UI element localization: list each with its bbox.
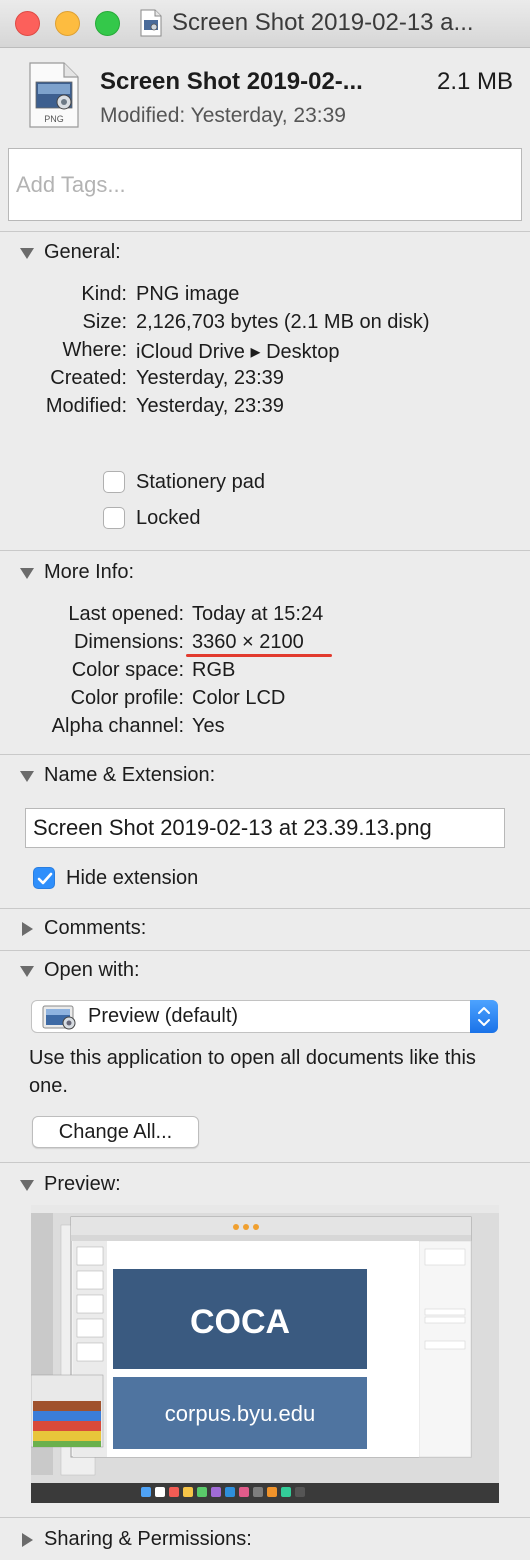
dimensions-value: 3360 × 2100 <box>192 631 304 653</box>
section-comments-title: Comments: <box>44 917 147 939</box>
section-general-toggle[interactable]: General: <box>18 241 121 264</box>
checkmark-icon <box>37 872 53 885</box>
dimensions-label: Dimensions: <box>73 631 184 653</box>
disclosure-triangle-down-icon <box>20 965 34 977</box>
divider <box>0 231 530 232</box>
open-with-selected: Preview (default) <box>88 1005 239 1027</box>
size-label: Size: <box>82 311 127 333</box>
slide-title-text: COCA <box>190 1303 290 1341</box>
kind-value: PNG image <box>136 283 240 305</box>
file-type-badge: PNG <box>44 114 64 124</box>
change-all-button[interactable]: Change All... <box>32 1116 199 1148</box>
file-modified-date: Modified: Yesterday, 23:39 <box>100 104 346 127</box>
section-more-info-title: More Info: <box>44 561 135 583</box>
section-name-extension-toggle[interactable]: Name & Extension: <box>18 764 215 787</box>
last-opened-value: Today at 15:24 <box>192 603 324 625</box>
section-sharing-permissions-title: Sharing & Permissions: <box>44 1528 252 1550</box>
section-open-with-title: Open with: <box>44 959 140 981</box>
open-with-popup[interactable]: Preview (default) <box>31 1000 498 1033</box>
stationery-pad-checkbox[interactable] <box>103 471 125 493</box>
divider <box>0 950 530 951</box>
locked-label[interactable]: Locked <box>136 507 201 530</box>
last-opened-label: Last opened: <box>68 603 184 625</box>
disclosure-triangle-down-icon <box>20 567 34 579</box>
preview-thumbnail: COCA corpus.byu.edu <box>31 1205 499 1503</box>
divider <box>0 908 530 909</box>
where-label: Where: <box>62 339 127 361</box>
screenshot-preview-image: COCA corpus.byu.edu <box>31 1205 499 1503</box>
divider <box>0 1162 530 1163</box>
red-annotation-underline <box>186 654 332 657</box>
disclosure-triangle-down-icon <box>20 247 34 259</box>
kind-label: Kind: <box>81 283 127 305</box>
file-name-field[interactable]: Screen Shot 2019-02-13 at 23.39.13.png <box>25 808 505 848</box>
section-more-info-toggle[interactable]: More Info: <box>18 561 134 584</box>
disclosure-triangle-right-icon <box>22 1532 33 1547</box>
popup-stepper[interactable] <box>470 1000 498 1033</box>
minimize-window-button[interactable] <box>55 11 80 36</box>
section-preview-toggle[interactable]: Preview: <box>18 1173 121 1196</box>
zoom-window-button[interactable] <box>95 11 120 36</box>
open-with-help-text: Use this application to open all documen… <box>29 1047 476 1097</box>
hide-extension-checkbox[interactable] <box>33 867 55 889</box>
where-value[interactable]: iCloud Drive ▸ Desktop <box>136 339 339 364</box>
disclosure-triangle-right-icon <box>22 921 33 936</box>
divider <box>0 754 530 755</box>
document-proxy-icon[interactable] <box>140 9 162 37</box>
locked-checkbox[interactable] <box>103 507 125 529</box>
file-size: 2.1 MB <box>436 68 513 95</box>
alpha-channel-value: Yes <box>192 715 225 737</box>
close-window-button[interactable] <box>15 11 40 36</box>
section-preview-title: Preview: <box>44 1173 121 1195</box>
section-name-extension-title: Name & Extension: <box>44 764 216 786</box>
title-bar: Screen Shot 2019-02-13 a... <box>0 0 530 48</box>
stationery-pad-label[interactable]: Stationery pad <box>136 471 265 494</box>
disclosure-triangle-down-icon <box>20 1179 34 1191</box>
size-value: 2,126,703 bytes (2.1 MB on disk) <box>136 311 430 333</box>
hide-extension-label[interactable]: Hide extension <box>66 867 198 890</box>
alpha-channel-label: Alpha channel: <box>51 715 184 737</box>
section-comments-toggle[interactable]: Comments: <box>18 917 146 940</box>
divider <box>0 550 530 551</box>
modified-value: Yesterday, 23:39 <box>136 395 284 417</box>
png-file-icon: PNG <box>29 62 79 128</box>
disclosure-triangle-down-icon <box>20 770 34 782</box>
slide-subtitle-text: corpus.byu.edu <box>165 1401 315 1426</box>
preview-app-icon <box>42 1005 76 1030</box>
color-profile-label: Color profile: <box>70 687 184 709</box>
tags-input[interactable] <box>8 148 522 221</box>
chevron-up-down-icon <box>478 1007 490 1026</box>
divider <box>0 1517 530 1518</box>
color-space-label: Color space: <box>71 659 184 681</box>
file-name: Screen Shot 2019-02-... <box>100 68 363 95</box>
section-general-title: General: <box>44 241 121 263</box>
section-sharing-permissions-toggle[interactable]: Sharing & Permissions: <box>18 1528 252 1551</box>
color-profile-value: Color LCD <box>192 687 286 709</box>
color-space-value: RGB <box>192 659 236 681</box>
modified-label: Modified: <box>45 395 127 417</box>
created-value: Yesterday, 23:39 <box>136 367 284 389</box>
section-open-with-toggle[interactable]: Open with: <box>18 959 140 982</box>
window-title: Screen Shot 2019-02-13 a... <box>172 9 474 36</box>
created-label: Created: <box>50 367 127 389</box>
